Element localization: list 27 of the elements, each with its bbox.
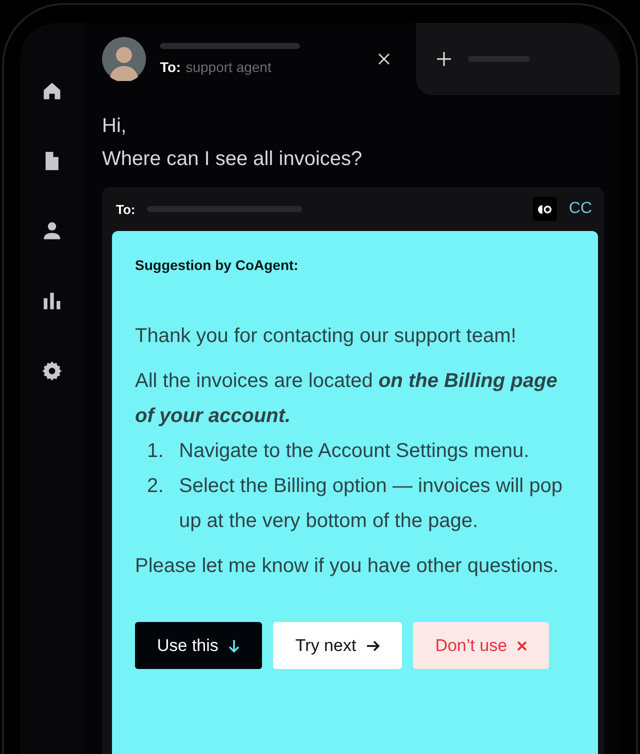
avatar-icon	[102, 37, 146, 81]
reject-button[interactable]: Don’t use	[413, 622, 550, 669]
step-text: Select the Billing option — invoices will pop up at the very bottom of the page.	[178, 474, 564, 534]
next-button[interactable]: Try next	[273, 622, 402, 669]
arrow-down-icon	[228, 638, 240, 652]
step-text: Navigate to the Account Settings menu.	[178, 439, 530, 464]
recipient-field[interactable]	[147, 206, 302, 212]
to-label: To:	[160, 59, 181, 75]
message-text: Hi,	[102, 115, 128, 138]
close-icon[interactable]	[378, 53, 390, 65]
toggle-icon[interactable]	[532, 197, 557, 221]
recipient-name: support agent	[186, 59, 272, 75]
message-text: Where can I see all invoices?	[102, 148, 364, 171]
cc-button[interactable]: CC	[568, 200, 598, 218]
chat-tab[interactable]: To: support agent	[84, 23, 416, 95]
step-number: 1.	[147, 439, 165, 464]
use-button[interactable]: Use this	[135, 622, 262, 669]
close-icon	[517, 640, 528, 650]
step-number: 2.	[147, 474, 165, 499]
plus-icon	[436, 51, 452, 67]
reply-text: Thank you for contacting our support team!	[135, 324, 518, 349]
suggestion-title: Suggestion by CoAgent:	[135, 257, 300, 273]
to-label: To:	[116, 202, 136, 216]
settings-icon[interactable]	[40, 359, 64, 383]
reply-text: Please let me know if you have other questions.	[135, 554, 560, 579]
arrow-right-icon	[366, 640, 380, 652]
reply-text: All the invoices are located on the Billing page of your account.	[135, 369, 558, 429]
